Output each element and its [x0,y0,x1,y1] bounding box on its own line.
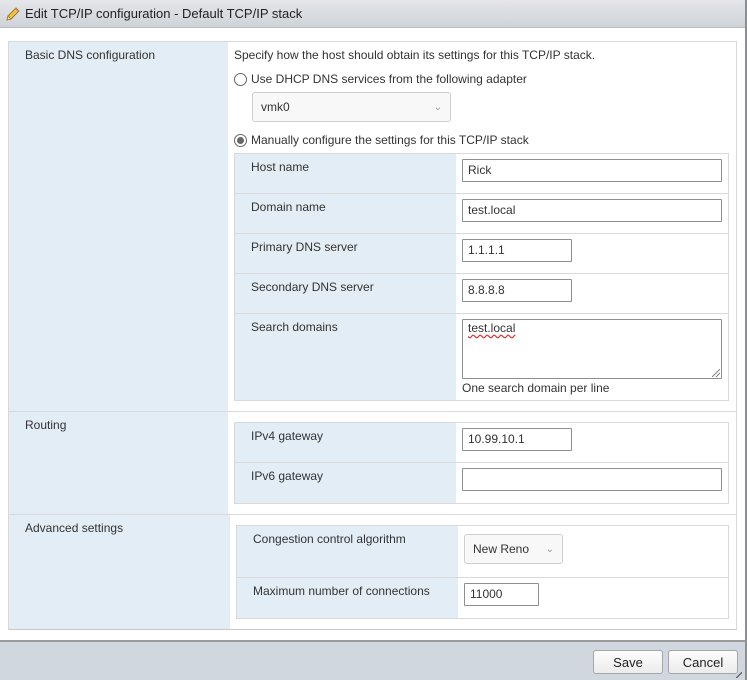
dialog-title: Edit TCP/IP configuration - Default TCP/… [25,6,303,21]
radio-manual-label: Manually configure the settings for this… [251,133,529,147]
max-connections-label: Maximum number of connections [237,578,458,618]
radio-manual-option[interactable]: Manually configure the settings for this… [234,130,729,150]
section-basic-dns: Basic DNS configuration Specify how the … [9,42,736,412]
row-max-connections: Maximum number of connections 11000 [237,578,728,618]
routing-grid: IPv4 gateway 10.99.10.1 IPv6 gateway [234,422,729,504]
ipv4-gateway-label: IPv4 gateway [235,423,456,462]
chevron-down-icon: ⌄ [433,101,442,113]
section-routing: Routing IPv4 gateway 10.99.10.1 IPv6 gat… [9,412,736,515]
search-domains-label: Search domains [235,314,456,400]
advanced-grid: Congestion control algorithm New Reno ⌄ … [236,525,729,619]
primary-dns-label: Primary DNS server [235,234,456,273]
domain-name-input[interactable]: test.local [462,199,722,222]
secondary-dns-label: Secondary DNS server [235,274,456,313]
adapter-select-value: vmk0 [261,100,290,114]
row-search-domains: Search domains test.local One search dom… [235,314,728,400]
host-name-input[interactable]: Rick [462,159,722,182]
primary-dns-input[interactable]: 1.1.1.1 [462,239,572,262]
row-domain-name: Domain name test.local [235,194,728,234]
search-domains-textarea[interactable]: test.local [462,319,722,379]
row-secondary-dns: Secondary DNS server 8.8.8.8 [235,274,728,314]
row-congestion: Congestion control algorithm New Reno ⌄ [237,526,728,578]
search-domains-help: One search domain per line [462,381,610,395]
radio-manual[interactable] [234,133,247,147]
section-label-routing: Routing [9,412,228,514]
row-ipv6-gateway: IPv6 gateway [235,463,728,503]
row-ipv4-gateway: IPv4 gateway 10.99.10.1 [235,423,728,463]
dns-hint-text: Specify how the host should obtain its s… [234,48,596,62]
section-label-advanced: Advanced settings [9,515,230,629]
ipv6-gateway-label: IPv6 gateway [235,463,456,503]
section-advanced: Advanced settings Congestion control alg… [9,515,736,629]
chevron-down-icon: ⌄ [545,543,554,555]
row-primary-dns: Primary DNS server 1.1.1.1 [235,234,728,274]
row-host-name: Host name Rick [235,154,728,194]
search-domains-value: test.local [468,321,516,335]
resize-grip-icon[interactable] [712,369,720,377]
radio-dhcp-option[interactable]: Use DHCP DNS services from the following… [234,69,729,89]
dialog-footer: Save Cancel [0,640,745,680]
save-button[interactable]: Save [593,650,663,674]
dialog-resize-grip-icon[interactable] [736,672,742,678]
manual-dns-grid: Host name Rick Domain name test.local Pr… [234,153,729,401]
ipv4-gateway-input[interactable]: 10.99.10.1 [462,428,572,451]
congestion-label: Congestion control algorithm [237,526,458,577]
congestion-select-value: New Reno [473,542,530,556]
ipv6-gateway-input[interactable] [462,468,722,491]
secondary-dns-input[interactable]: 8.8.8.8 [462,279,572,302]
cancel-button[interactable]: Cancel [668,650,738,674]
adapter-select[interactable]: vmk0 ⌄ [252,92,451,122]
dialog-content: Basic DNS configuration Specify how the … [8,41,737,630]
congestion-select[interactable]: New Reno ⌄ [464,534,563,564]
host-name-label: Host name [235,154,456,193]
radio-dhcp[interactable] [234,72,247,86]
dialog-titlebar: Edit TCP/IP configuration - Default TCP/… [0,0,747,28]
domain-name-label: Domain name [235,194,456,233]
radio-dhcp-label: Use DHCP DNS services from the following… [251,72,527,86]
max-connections-input[interactable]: 11000 [464,583,539,606]
pencil-icon [6,6,20,21]
section-label-basic-dns: Basic DNS configuration [9,42,228,411]
